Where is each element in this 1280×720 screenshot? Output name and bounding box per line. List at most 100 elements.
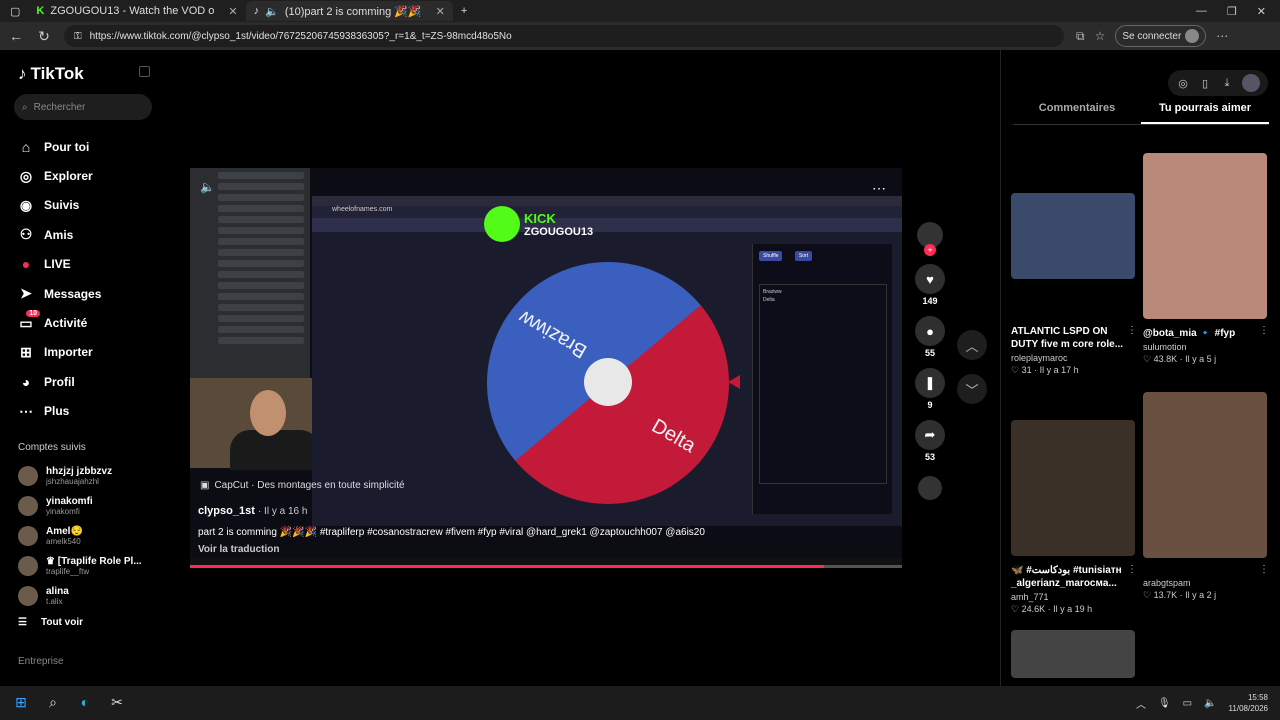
creator-avatar[interactable]: + [917, 222, 943, 256]
sidebar-item-friends[interactable]: ⚇ Amis [18, 220, 146, 249]
card-menu-icon[interactable]: ⋮ [1259, 564, 1269, 575]
maximize-icon[interactable]: ❐ [1227, 5, 1237, 18]
card-menu-icon[interactable]: ⋮ [1127, 564, 1137, 575]
entries-list: Braziww Delta [759, 284, 887, 484]
device-icon[interactable]: ▯ [1198, 77, 1212, 90]
capcut-link[interactable]: ▣ CapCut · Des montages en toute simplic… [200, 480, 405, 491]
refresh-button[interactable]: ↻ [36, 28, 52, 45]
card-stats: ♡ 43.8K · Il y a 5 j [1143, 354, 1217, 364]
site-info-icon[interactable]: ⚿ [74, 31, 82, 42]
previous-video-button[interactable]: ︿ [957, 330, 987, 360]
sidebar-item-more[interactable]: ⋯ Plus [18, 397, 146, 426]
entry-item: Delta [763, 297, 775, 303]
card-menu-icon[interactable]: ⋮ [1259, 325, 1269, 336]
share-button[interactable]: ➦ [915, 420, 945, 450]
music-disc[interactable] [918, 476, 942, 500]
edge-browser-icon[interactable]: ◐ [76, 694, 94, 712]
video-thumbnail[interactable] [1143, 153, 1267, 319]
video-card[interactable]: ⋮ arabgtspam ♡ 13.7K · Il y a 2 j [1143, 392, 1269, 601]
speaker-icon[interactable]: 🔈 [265, 5, 279, 18]
tab-actions-icon[interactable]: ▢ [0, 1, 28, 21]
video-thumbnail[interactable] [1011, 630, 1135, 678]
followed-account[interactable]: hhzjzj jzbbzvz jshzhauajahzhl [18, 461, 146, 491]
card-stats: ♡ 31 · Il y a 17 h [1011, 365, 1079, 375]
video-card[interactable]: ⋮ ATLANTIC LSPD ON DUTY five m core role… [1011, 193, 1137, 376]
share-count: 53 [924, 452, 935, 462]
nav-label: Explorer [44, 169, 93, 184]
close-window-icon[interactable]: ✕ [1257, 5, 1266, 18]
card-user: arabgtspam [1143, 578, 1191, 588]
video-progress-bar[interactable] [190, 565, 902, 568]
sidebar-item-following[interactable]: ◉ Suivis [18, 191, 146, 220]
collapse-sidebar-icon[interactable] [139, 66, 150, 77]
wheel-site-url: wheelofnames.com [312, 206, 902, 218]
search-icon[interactable]: ⌕ [44, 694, 62, 712]
followed-account[interactable]: yinakomfi yinakomfi [18, 491, 146, 521]
search-input[interactable]: ⌕ Rechercher [14, 94, 152, 120]
kick-favicon-icon: K [36, 5, 45, 17]
sidebar-item-live[interactable]: ● LIVE [18, 250, 146, 279]
volume-icon[interactable]: 🔈 [200, 180, 215, 194]
close-tab-icon[interactable]: ✕ [436, 5, 445, 18]
menu-icon[interactable]: ⋯ [1216, 29, 1228, 43]
followed-account[interactable]: ♛ [Traplife Role Pl... traplife__ftw [18, 551, 146, 581]
network-icon[interactable]: ▭ [1183, 698, 1192, 709]
tab-comments[interactable]: Commentaires [1013, 102, 1141, 124]
sidebar-item-explore[interactable]: ◎ Explorer [18, 161, 146, 190]
clock[interactable]: 15:58 11/08/2026 [1229, 692, 1268, 714]
sidebar-item-messages[interactable]: ➤ Messages [18, 279, 146, 308]
account-name: ♛ [Traplife Role Pl... [46, 555, 142, 567]
video-author[interactable]: clypso_1st · Il y a 16 h [198, 505, 307, 517]
video-card[interactable]: ⋮ 🦋 #بودكاست #tunisiaтн _algerianz_maroc… [1011, 420, 1137, 615]
capcut-app-icon[interactable]: ✂ [108, 694, 126, 712]
volume-icon[interactable]: 🔈 [1204, 698, 1216, 709]
sign-in-button[interactable]: Se connecter [1115, 25, 1207, 47]
new-tab-button[interactable]: + [453, 1, 475, 21]
card-menu-icon[interactable]: ⋮ [1127, 325, 1137, 336]
close-tab-icon[interactable]: ✕ [228, 5, 237, 18]
minimize-icon[interactable]: — [1196, 5, 1207, 18]
translate-link[interactable]: Voir la traduction [198, 544, 280, 555]
video-thumbnail[interactable] [1011, 420, 1135, 556]
browser-tab-tiktok[interactable]: ♪ 🔈 (10)part 2 is comming 🎉🎉 ✕ [245, 1, 453, 21]
extensions-icon[interactable]: ⧉ [1076, 29, 1085, 44]
compass-icon[interactable]: ◎ [1176, 77, 1190, 90]
post-time: · Il y a 16 h [257, 506, 308, 517]
next-video-button[interactable]: ﹀ [957, 374, 987, 404]
favorites-icon[interactable]: ☆ [1095, 29, 1106, 43]
tray-chevron-icon[interactable]: ︿ [1136, 696, 1146, 711]
save-button[interactable]: ❚ [915, 368, 945, 398]
comment-button[interactable]: ● [915, 316, 945, 346]
like-button[interactable]: ♥ [915, 264, 945, 294]
more-options-icon[interactable]: ⋯ [872, 180, 886, 197]
sidebar-item-profile[interactable]: ◕ Profil [18, 367, 146, 396]
like-count: 149 [922, 296, 938, 306]
windows-start-icon[interactable]: ⊞ [12, 694, 30, 712]
account-handle: amelk540 [46, 536, 81, 546]
download-icon[interactable]: ⤓ [1220, 77, 1234, 90]
follow-plus-icon[interactable]: + [924, 244, 936, 256]
url-field[interactable]: ⚿ https://www.tiktok.com/@clypso_1st/vid… [64, 25, 1064, 47]
address-bar: ← ↻ ⚿ https://www.tiktok.com/@clypso_1st… [0, 22, 1280, 50]
avatar [18, 495, 38, 516]
see-all-label: Tout voir [40, 616, 83, 628]
video-thumbnail[interactable] [1011, 193, 1135, 279]
nav-label: Activité [44, 316, 88, 331]
followed-account[interactable]: alina t.alix [18, 581, 146, 611]
browser-tab-kick[interactable]: K ZGOUGOU13 - Watch the VOD o ✕ [28, 1, 245, 21]
video-card[interactable]: ⋮ @bota_mia 🔹 #fyp sulumotion ♡ 43.8K · … [1143, 153, 1269, 365]
tab-recommended[interactable]: Tu pourrais aimer [1141, 102, 1269, 124]
sidebar-item-upload[interactable]: ⊞ Importer [18, 338, 146, 367]
followed-account[interactable]: Amel😌 amelk540 [18, 521, 146, 551]
video-thumbnail[interactable] [1143, 392, 1267, 558]
sidebar-item-for-you[interactable]: ⌂ Pour toi [18, 132, 146, 161]
tiktok-logo[interactable]: ♪ TikTok [18, 64, 146, 84]
see-all-button[interactable]: ☰ Tout voir [18, 617, 146, 628]
clock-date: 11/08/2026 [1228, 704, 1268, 713]
profile-avatar[interactable] [1242, 74, 1260, 92]
windows-taskbar: ⊞ ⌕ ◐ ✂ ︿ 🎙 ▭ 🔈 15:58 11/08/2026 [0, 686, 1280, 720]
sidebar-item-activity[interactable]: ▭ 10 Activité [18, 308, 146, 337]
footer-link[interactable]: Entreprise [18, 656, 146, 667]
back-button[interactable]: ← [8, 28, 24, 44]
microphone-icon[interactable]: 🎙 [1158, 698, 1171, 709]
